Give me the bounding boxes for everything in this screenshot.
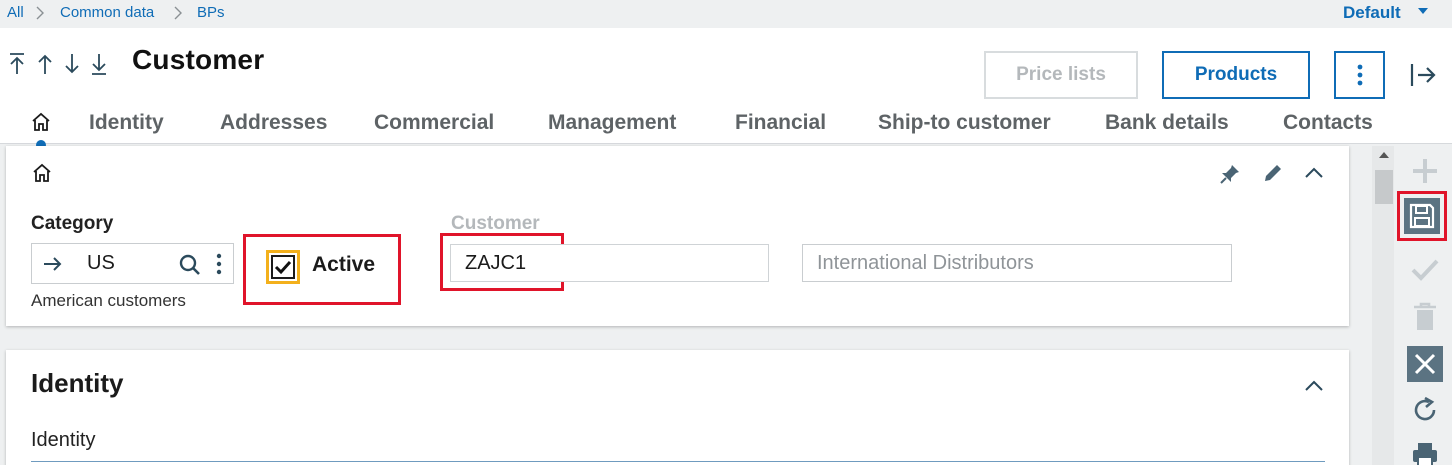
- customer-name-field[interactable]: International Distributors: [802, 244, 1232, 282]
- page-title: Customer: [132, 44, 265, 75]
- active-checkbox[interactable]: [266, 250, 300, 284]
- next-icon[interactable]: [63, 52, 81, 76]
- chevron-right-icon: [174, 6, 182, 20]
- chevron-right-icon: [36, 6, 44, 20]
- category-description: American customers: [31, 291, 186, 310]
- exit-icon[interactable]: [1409, 62, 1437, 88]
- identity-section-card: [6, 350, 1349, 465]
- scroll-up-icon[interactable]: [1379, 152, 1389, 158]
- tab-identity[interactable]: Identity: [89, 111, 164, 135]
- plus-icon[interactable]: [1407, 153, 1443, 189]
- checkmark-icon: [274, 260, 292, 275]
- category-field[interactable]: US: [31, 243, 234, 284]
- arrow-right-icon[interactable]: [42, 254, 64, 274]
- products-button[interactable]: Products: [1162, 51, 1310, 99]
- breadcrumb-all[interactable]: All: [7, 4, 24, 21]
- active-label[interactable]: Active: [312, 253, 375, 277]
- search-icon[interactable]: [178, 253, 202, 277]
- tab-financial[interactable]: Financial: [735, 111, 826, 135]
- home-icon: [33, 163, 51, 182]
- customer-label: Customer: [451, 213, 540, 234]
- tab-contacts[interactable]: Contacts: [1283, 111, 1373, 135]
- more-vertical-icon[interactable]: [216, 253, 222, 275]
- collapse-icon[interactable]: [1303, 377, 1325, 393]
- profile-selector[interactable]: Default: [1343, 3, 1401, 23]
- customer-name-value: International Distributors: [817, 251, 1034, 274]
- more-actions-button[interactable]: [1334, 51, 1385, 99]
- close-icon[interactable]: [1407, 346, 1443, 382]
- last-icon[interactable]: [90, 52, 108, 76]
- customer-code-value: ZAJC1: [465, 251, 527, 274]
- previous-icon[interactable]: [36, 52, 54, 76]
- more-vertical-icon: [1357, 64, 1362, 86]
- tab-ship-to-customer[interactable]: Ship-to customer: [878, 111, 1051, 135]
- breadcrumb-bps[interactable]: BPs: [197, 4, 225, 21]
- breadcrumb-common-data[interactable]: Common data: [60, 4, 154, 21]
- pin-icon[interactable]: [1218, 162, 1242, 186]
- tab-addresses[interactable]: Addresses: [220, 111, 327, 135]
- main-section-card: [6, 146, 1349, 326]
- trash-icon[interactable]: [1407, 299, 1443, 335]
- refresh-icon[interactable]: [1407, 392, 1443, 428]
- category-value: US: [87, 252, 115, 274]
- tab-management[interactable]: Management: [548, 111, 676, 135]
- home-tab-icon[interactable]: [30, 111, 52, 133]
- first-icon[interactable]: [8, 52, 26, 76]
- category-label: Category: [31, 213, 114, 234]
- scrollbar-thumb[interactable]: [1375, 170, 1393, 204]
- caret-down-icon[interactable]: [1418, 8, 1428, 14]
- edit-icon[interactable]: [1262, 162, 1284, 184]
- tab-commercial[interactable]: Commercial: [374, 111, 494, 135]
- price-lists-button[interactable]: Price lists: [984, 51, 1138, 99]
- collapse-icon[interactable]: [1303, 164, 1325, 180]
- identity-divider: [31, 461, 1325, 462]
- identity-section-title: Identity: [31, 368, 124, 398]
- print-icon[interactable]: [1407, 436, 1443, 465]
- save-icon[interactable]: [1404, 198, 1440, 234]
- customer-code-field[interactable]: ZAJC1: [450, 244, 769, 282]
- identity-subsection-title: Identity: [31, 429, 96, 451]
- tab-bank-details[interactable]: Bank details: [1105, 111, 1229, 135]
- check-icon[interactable]: [1407, 252, 1443, 288]
